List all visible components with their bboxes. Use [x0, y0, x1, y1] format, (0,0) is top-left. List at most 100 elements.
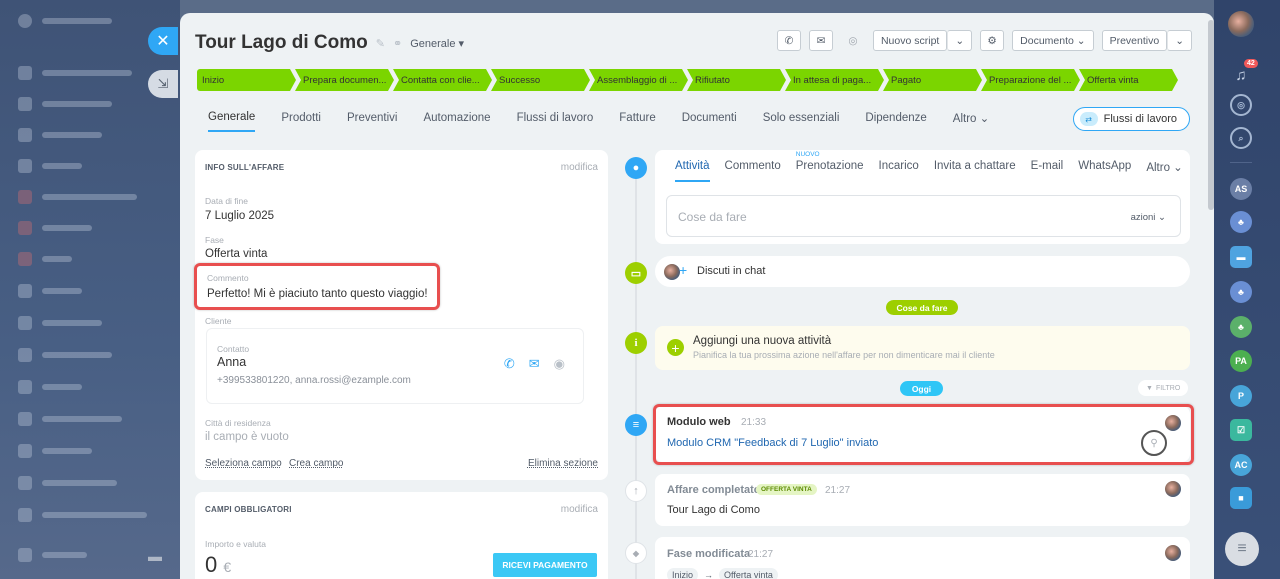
tab-automazione[interactable]: Automazione: [423, 112, 490, 131]
bg-menu-item: [18, 548, 87, 562]
tab-email[interactable]: E-mail: [1031, 160, 1064, 182]
gear-icon: ⚙: [987, 34, 997, 47]
info-icon: i: [625, 332, 647, 354]
group-chat-icon[interactable]: ♣: [1230, 211, 1252, 233]
video-icon[interactable]: ■: [1230, 487, 1252, 509]
chat-button[interactable]: ◎: [841, 30, 865, 51]
email-button[interactable]: ✉: [808, 30, 833, 51]
bg-menu-item: [18, 159, 82, 173]
tab-generale[interactable]: Generale: [208, 111, 256, 132]
contact-avatar[interactable]: AS: [1230, 178, 1252, 200]
actions-dropdown[interactable]: azioni ⌄: [1131, 212, 1166, 223]
menu-button[interactable]: ≡: [1225, 532, 1259, 566]
call-button[interactable]: ✆: [776, 30, 801, 51]
tab-attivita[interactable]: Attività: [675, 160, 710, 182]
tab-altro[interactable]: Altro ⌄: [953, 111, 990, 132]
quote-dropdown[interactable]: ⌄: [1167, 30, 1192, 51]
amount-value[interactable]: 0 €: [205, 552, 231, 578]
stage-item[interactable]: Rifiutato: [687, 69, 786, 91]
task-icon[interactable]: ☑: [1230, 419, 1252, 441]
tab-flussi-di-lavoro[interactable]: Flussi di lavoro: [517, 112, 594, 131]
create-field-link[interactable]: Crea campo: [289, 458, 343, 469]
tab-documenti[interactable]: Documenti: [682, 112, 737, 131]
deal-tabs: Generale Prodotti Preventivi Automazione…: [208, 111, 989, 132]
quote-button[interactable]: Preventivo: [1101, 30, 1168, 51]
tab-prenotazione[interactable]: NUOVO Prenotazione: [796, 151, 864, 182]
discuss-in-chat[interactable]: + Discuti in chat: [655, 256, 1190, 287]
category-selector[interactable]: Generale ▾: [410, 37, 464, 50]
phone-icon[interactable]: ✆: [504, 356, 515, 372]
tab-prodotti[interactable]: Prodotti: [281, 112, 321, 131]
edit-title-icon[interactable]: ✎: [376, 37, 385, 50]
end-date-value[interactable]: 7 Luglio 2025: [205, 210, 274, 222]
contact-avatar[interactable]: PA: [1230, 350, 1252, 372]
city-value[interactable]: il campo è vuoto: [205, 431, 289, 443]
select-field-link[interactable]: Seleziona campo: [205, 458, 282, 469]
tab-dipendenze[interactable]: Dipendenze: [865, 112, 926, 131]
stage-item[interactable]: Prepara documen...: [295, 69, 394, 91]
envelope-icon[interactable]: ✉: [529, 356, 540, 372]
add-activity-title: Aggiungi una nuova attività: [693, 335, 832, 347]
close-slider-button[interactable]: ✕: [148, 27, 178, 55]
tab-whatsapp[interactable]: WhatsApp: [1078, 160, 1131, 182]
contact-avatar[interactable]: P: [1230, 385, 1252, 407]
todo-input[interactable]: Cose da fare azioni ⌄: [666, 195, 1181, 237]
stage-item[interactable]: Successo: [491, 69, 590, 91]
edit-link[interactable]: modifica: [561, 162, 598, 173]
filter-icon: ▼: [1146, 384, 1153, 392]
delete-section-link[interactable]: Elimina sezione: [528, 458, 598, 469]
document-label: Documento: [1020, 34, 1074, 47]
contact-name[interactable]: Anna: [217, 355, 246, 369]
stage-item[interactable]: Assemblaggio di ...: [589, 69, 688, 91]
stage-item[interactable]: Offerta vinta: [1079, 69, 1178, 91]
workflows-button[interactable]: ⇄ Flussi di lavoro: [1072, 107, 1190, 131]
bg-menu-item: [18, 284, 82, 298]
city-label: Città di residenza: [205, 418, 271, 428]
search-icon[interactable]: ⌕: [1230, 127, 1252, 149]
chat-icon[interactable]: ◉: [554, 356, 565, 372]
filter-button[interactable]: ▼ FILTRO: [1138, 380, 1189, 396]
stage-value[interactable]: Offerta vinta: [205, 248, 267, 260]
tab-altro-activity[interactable]: Altro ⌄: [1146, 160, 1183, 182]
status-badge: OFFERTA VINTA: [756, 484, 817, 495]
stage-item[interactable]: Preparazione del ...: [981, 69, 1080, 91]
stage-item[interactable]: Inizio: [197, 69, 296, 91]
bg-menu-item: [18, 14, 112, 28]
today-pill: Oggi: [900, 381, 943, 396]
stage-item[interactable]: Contatta con clie...: [393, 69, 492, 91]
chevron-down-icon: ⌄: [1173, 162, 1183, 174]
document-button[interactable]: Documento ⌄: [1012, 30, 1094, 51]
timeline-line: [635, 170, 637, 579]
header-actions: ✆ ✉ ◎ Nuovo script ⌄ ⚙ Documento ⌄ Preve…: [776, 30, 1192, 51]
tab-fatture[interactable]: Fatture: [619, 112, 655, 131]
add-activity-banner[interactable]: + Aggiungi una nuova attività Pianifica …: [655, 326, 1190, 370]
link-icon[interactable]: ⚭: [393, 37, 402, 50]
stage-item[interactable]: Pagato: [883, 69, 982, 91]
script-dropdown[interactable]: ⌄: [947, 30, 973, 51]
contact-avatar[interactable]: AC: [1230, 454, 1252, 476]
settings-button[interactable]: ⚙: [980, 30, 1005, 51]
stage-item[interactable]: In attesa di paga...: [785, 69, 884, 91]
activity-icon: ●: [625, 157, 647, 179]
tab-incarico[interactable]: Incarico: [879, 160, 919, 182]
receive-payment-button[interactable]: RICEVI PAGAMENTO: [493, 553, 597, 577]
tab-invita-chat[interactable]: Invita a chattare: [934, 160, 1016, 182]
tab-preventivi[interactable]: Preventivi: [347, 112, 398, 131]
target-icon[interactable]: ◎: [1230, 94, 1252, 116]
new-script-button[interactable]: Nuovo script: [872, 30, 948, 51]
group-chat-icon[interactable]: ♣: [1230, 281, 1252, 303]
printer-icon[interactable]: ▬: [148, 548, 162, 564]
bg-menu-item: [18, 412, 122, 426]
user-avatar[interactable]: [1228, 11, 1254, 37]
minimize-slider-button[interactable]: ⇲: [148, 70, 178, 98]
chat-icon[interactable]: ▬: [1230, 246, 1252, 268]
tab-altro-label: Altro: [952, 113, 977, 125]
activity-tabs: Attività Commento NUOVO Prenotazione Inca…: [675, 151, 1183, 182]
bg-menu-item: [18, 380, 82, 394]
chat-bubble-icon: ▭: [625, 262, 647, 284]
menu-icon: ≡: [1237, 540, 1247, 557]
edit-link[interactable]: modifica: [561, 504, 598, 515]
tab-commento[interactable]: Commento: [725, 160, 781, 182]
tab-solo-essenziali[interactable]: Solo essenziali: [763, 112, 840, 131]
group-chat-icon[interactable]: ♣: [1230, 316, 1252, 338]
